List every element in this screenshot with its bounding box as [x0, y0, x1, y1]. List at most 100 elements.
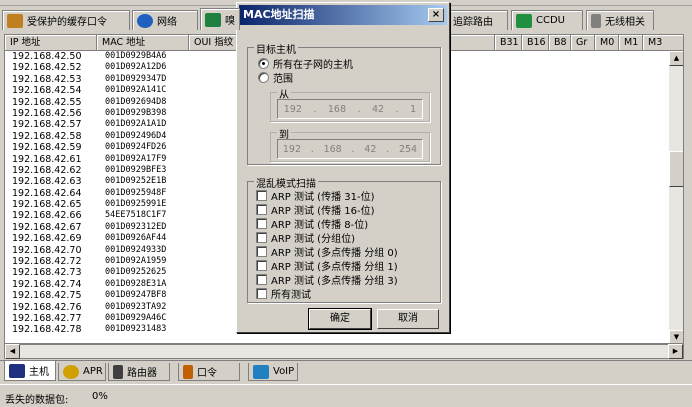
cell-mac: 001D09252625 — [105, 267, 167, 278]
cell-mac: 001D0924933D — [105, 244, 167, 255]
voip-icon — [253, 364, 269, 379]
cell-ip: 192.168.42.64 — [12, 187, 82, 199]
column-b8[interactable]: B8 — [549, 35, 571, 51]
promisc-check-0[interactable]: ARP 测试 (传播 31-位) — [256, 188, 375, 203]
cell-mac: 001D0929B4A6 — [105, 51, 167, 61]
promisc-check-7[interactable]: 所有测试 — [256, 286, 311, 301]
promisc-check-4[interactable]: ARP 测试 (多点传播 分组 0) — [256, 244, 398, 259]
cell-mac: 001D09247BF8 — [105, 290, 167, 301]
ok-button[interactable]: 确定 — [308, 308, 372, 330]
cell-ip: 192.168.42.66 — [12, 210, 82, 222]
column-ip[interactable]: IP 地址 — [5, 35, 97, 51]
checkbox[interactable] — [256, 246, 267, 257]
cell-mac: 001D092A1959 — [105, 256, 167, 267]
radio-range[interactable]: 范围 — [258, 70, 293, 85]
cell-ip: 192.168.42.53 — [12, 73, 82, 85]
checkbox[interactable] — [256, 204, 267, 215]
tab-hosts[interactable]: 主机 — [4, 361, 56, 381]
scroll-thumb[interactable] — [669, 151, 683, 187]
password-icon — [183, 364, 193, 379]
cell-ip: 192.168.42.77 — [12, 312, 82, 324]
router-icon — [113, 364, 123, 379]
cell-ip: 192.168.42.58 — [12, 130, 82, 142]
column-gr[interactable]: Gr — [571, 35, 595, 51]
cell-mac: 001D0923TA92 — [105, 301, 167, 312]
checkbox-label: ARP 测试 (传播 31-位) — [271, 192, 375, 203]
promisc-check-3[interactable]: ARP 测试 (分组位) — [256, 230, 355, 245]
cell-mac: 001D0926AF44 — [105, 233, 167, 244]
column-m3[interactable]: M3 — [643, 35, 683, 51]
checkbox[interactable] — [256, 190, 267, 201]
tab-sniffer[interactable]: 嗅 — [200, 8, 240, 30]
tab-apr[interactable]: APR — [58, 363, 106, 381]
radio-all-hosts[interactable]: 所有在子网的主机 — [258, 56, 353, 71]
cell-mac: 001D092A141C — [105, 85, 167, 96]
tab-traceroute[interactable]: 追踪路由 — [448, 10, 508, 30]
checkbox[interactable] — [256, 232, 267, 243]
checkbox-label: ARP 测试 (传播 16-位) — [271, 206, 375, 217]
cell-mac: 001D0924FD26 — [105, 142, 167, 153]
promisc-check-6[interactable]: ARP 测试 (多点传播 分组 3) — [256, 272, 398, 287]
dialog-title: MAC地址扫描 — [243, 8, 315, 21]
cell-ip: 192.168.42.55 — [12, 96, 82, 108]
checkbox-label: ARP 测试 (多点传播 分组 1) — [271, 262, 398, 273]
cancel-button[interactable]: 取消 — [377, 309, 439, 329]
column-mac[interactable]: MAC 地址 — [97, 35, 189, 51]
cell-mac: 001D092496D4 — [105, 130, 167, 141]
column-b16[interactable]: B16 — [522, 35, 549, 51]
promisc-check-5[interactable]: ARP 测试 (多点传播 分组 1) — [256, 258, 398, 273]
close-icon[interactable]: × — [428, 8, 444, 22]
cell-mac: 001D09231483 — [105, 324, 167, 335]
tab-protected-cache[interactable]: 受保护的缓存口令 — [2, 10, 130, 30]
checkbox[interactable] — [256, 260, 267, 271]
scroll-right-icon[interactable]: ▶ — [668, 344, 683, 359]
promisc-group: 混乱模式扫描 ARP 测试 (传播 31-位) ARP 测试 (传播 16-位) A… — [247, 175, 441, 303]
tab-router[interactable]: 路由器 — [108, 363, 170, 381]
horizontal-scrollbar[interactable]: ◀ ▶ — [4, 344, 684, 359]
column-b31[interactable]: B31 — [495, 35, 522, 51]
promisc-check-1[interactable]: ARP 测试 (传播 16-位) — [256, 202, 375, 217]
checkbox-label: ARP 测试 (多点传播 分组 3) — [271, 276, 398, 287]
scroll-left-icon[interactable]: ◀ — [5, 344, 20, 359]
to-group: 到 192. 168. 42. 254 — [270, 126, 430, 162]
from-group: 从 192. 168. 42. 1 — [270, 86, 430, 122]
status-bar: 丢失的数据包: 0% — [0, 384, 692, 407]
tab-password[interactable]: 口令 — [178, 363, 240, 381]
cell-mac: 54EE7518C1F7 — [105, 210, 167, 221]
tab-ccdu[interactable]: CCDU — [511, 10, 583, 30]
cell-ip: 192.168.42.76 — [12, 301, 82, 313]
bottom-tabs: 主机 APR 路由器 口令 VoIP — [0, 360, 692, 382]
from-ip-field[interactable]: 192. 168. 42. 1 — [277, 99, 423, 119]
tab-voip[interactable]: VoIP — [248, 363, 298, 381]
cell-mac: 001D092312ED — [105, 221, 167, 232]
scroll-up-icon[interactable]: ▲ — [669, 51, 683, 66]
scroll-down-icon[interactable]: ▼ — [669, 330, 683, 343]
cell-ip: 192.168.42.50 — [12, 51, 82, 62]
host-icon — [9, 363, 25, 378]
column-m1[interactable]: M1 — [619, 35, 643, 51]
column-m0[interactable]: M0 — [595, 35, 619, 51]
checkbox-label: ARP 测试 (多点传播 分组 0) — [271, 248, 398, 259]
status-value: 0% — [92, 391, 108, 402]
cell-mac: 001D0925991E — [105, 199, 167, 210]
radio-dot[interactable] — [258, 58, 269, 69]
checkbox-label: 所有测试 — [271, 290, 311, 301]
cell-mac: 001D0929347D — [105, 73, 167, 84]
cell-mac: 001D0929BFE3 — [105, 164, 167, 175]
checkbox[interactable] — [256, 274, 267, 285]
checkbox[interactable] — [256, 288, 267, 299]
cell-mac: 001D0929B398 — [105, 107, 167, 118]
checkbox[interactable] — [256, 218, 267, 229]
vertical-scrollbar[interactable]: ▲ ▼ — [669, 51, 683, 343]
radio-dot[interactable] — [258, 72, 269, 83]
status-label: 丢失的数据包: — [5, 395, 69, 406]
to-ip-field[interactable]: 192. 168. 42. 254 — [277, 139, 423, 159]
tab-wireless[interactable]: 无线相关 — [586, 10, 654, 30]
cell-ip: 192.168.42.57 — [12, 119, 82, 131]
tab-network[interactable]: 网络 — [132, 10, 198, 30]
dialog-titlebar[interactable]: MAC地址扫描 × — [239, 5, 447, 25]
cell-ip: 192.168.42.52 — [12, 62, 82, 74]
cell-ip: 192.168.42.63 — [12, 176, 82, 188]
promisc-check-2[interactable]: ARP 测试 (传播 8-位) — [256, 216, 368, 231]
mac-scan-dialog: MAC地址扫描 × 目标主机 所有在子网的主机 范围 从 192. 168. 4… — [236, 2, 450, 333]
